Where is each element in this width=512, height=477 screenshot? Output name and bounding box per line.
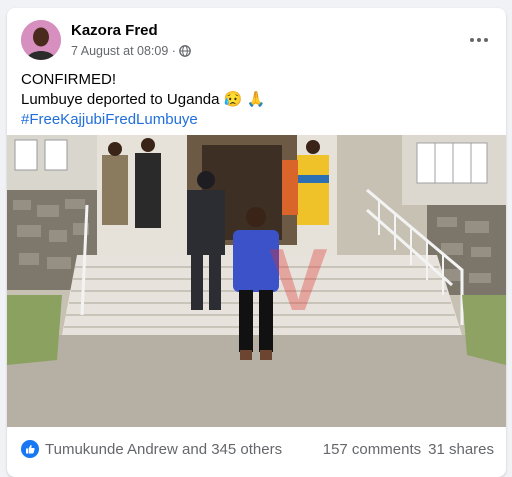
like-icon[interactable] [21,440,39,458]
reactions-summary[interactable]: Tumukunde Andrew and 345 others [45,441,323,458]
post-card: Kazora Fred 7 August at 08:09 · CONFIRME… [7,8,506,477]
photo-scene: V [7,135,506,427]
post-text-line: Lumbuye deported to Uganda 😥 🙏 [21,91,266,108]
engagement-counts: 157 comments 31 shares [323,441,494,458]
post-header: Kazora Fred 7 August at 08:09 · [21,20,494,64]
more-dot-icon [484,38,488,42]
globe-icon [179,45,191,57]
thumbs-up-icon [26,445,35,454]
post-text: CONFIRMED! Lumbuye deported to Uganda 😥 … [21,70,492,130]
more-dot-icon [477,38,481,42]
photo-watermark: V [269,230,328,329]
reactions-bar: Tumukunde Andrew and 345 others 157 comm… [21,436,494,462]
avatar[interactable] [21,20,61,60]
post-timestamp[interactable]: 7 August at 08:09 · [71,44,176,58]
post-meta: 7 August at 08:09 · [71,44,191,58]
more-options-button[interactable] [464,28,494,52]
hashtag-link[interactable]: #FreeKajjubiFredLumbuye [21,110,492,130]
post-photo[interactable]: V [7,135,506,427]
more-dot-icon [470,38,474,42]
shares-count[interactable]: 31 shares [428,441,494,458]
comments-count[interactable]: 157 comments [323,441,421,458]
post-text-line: CONFIRMED! [21,71,116,88]
author-name[interactable]: Kazora Fred [71,22,158,39]
avatar-image [21,20,61,60]
